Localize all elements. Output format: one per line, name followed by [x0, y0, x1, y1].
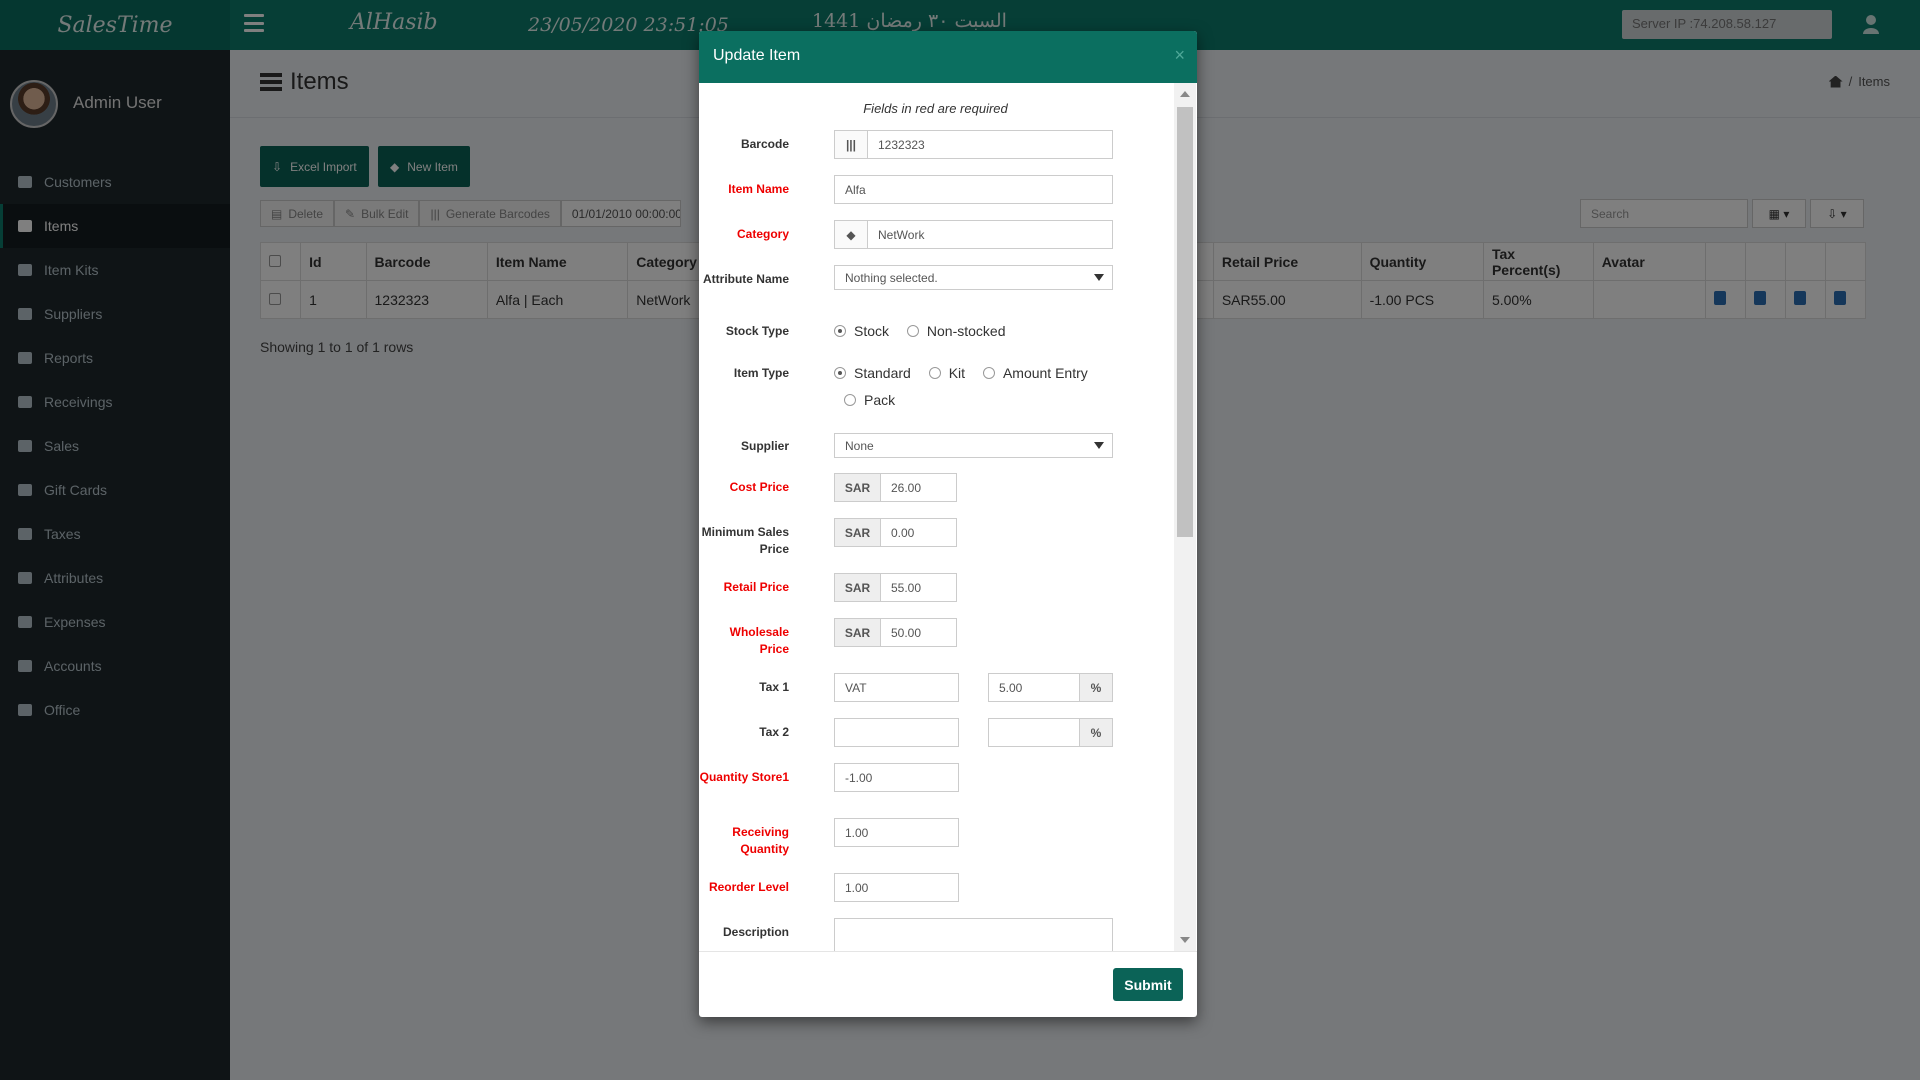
radio-label: Pack: [864, 392, 896, 408]
tax2-percent-input[interactable]: [988, 718, 1080, 747]
radio-label: Non-stocked: [926, 323, 1006, 339]
pack-radio[interactable]: Pack: [844, 392, 895, 408]
standard-radio[interactable]: Standard: [834, 365, 911, 381]
modal-footer: Submit: [699, 951, 1197, 1017]
supplier-select-value: None: [845, 438, 874, 453]
item-type-radios-2: Pack: [844, 392, 909, 409]
qty-store-input[interactable]: -1.00: [834, 763, 959, 792]
radio-label: Standard: [854, 365, 911, 381]
supplier-label: Supplier: [740, 439, 789, 453]
radio-icon: [834, 325, 846, 337]
close-icon[interactable]: ×: [1174, 45, 1185, 66]
category-input[interactable]: NetWork: [867, 220, 1113, 249]
currency-addon: SAR: [834, 618, 881, 647]
item-type-label: Item Type: [733, 366, 789, 380]
radio-icon: [834, 367, 846, 379]
radio-icon: [906, 325, 919, 337]
wholesale-input[interactable]: 50.00: [880, 618, 957, 647]
radio-icon: [928, 367, 941, 379]
retail-price-label: Retail Price: [723, 580, 789, 594]
description-textarea[interactable]: [834, 918, 1113, 951]
receiving-qty-label: Receiving Quantity: [732, 825, 789, 856]
stock-radio[interactable]: Stock: [834, 323, 889, 339]
tax1-name-input[interactable]: VAT: [834, 673, 959, 702]
tax1-percent-input[interactable]: 5.00: [988, 673, 1080, 702]
kit-radio[interactable]: Kit: [928, 365, 966, 381]
stock-type-radios: Stock Non-stocked: [834, 323, 1020, 340]
attribute-label: Attribute Name: [702, 272, 789, 286]
currency-addon: SAR: [834, 573, 881, 602]
scroll-down-arrow-icon[interactable]: [1180, 937, 1190, 943]
amount-entry-radio[interactable]: Amount Entry: [982, 365, 1088, 381]
submit-button[interactable]: Submit: [1113, 968, 1183, 1001]
scroll-up-arrow-icon[interactable]: [1180, 91, 1190, 97]
attribute-select-value: Nothing selected.: [845, 270, 938, 285]
modal-header: Update Item ×: [699, 31, 1197, 83]
modal-body: Fields in red are required Barcode ||| 1…: [699, 83, 1197, 951]
min-sales-input[interactable]: 0.00: [880, 518, 957, 547]
reorder-input[interactable]: 1.00: [834, 873, 959, 902]
item-name-input[interactable]: Alfa: [834, 175, 1113, 204]
reorder-label: Reorder Level: [708, 880, 789, 894]
item-name-label: Item Name: [728, 182, 789, 196]
item-type-radios: Standard Kit Amount Entry: [834, 365, 1124, 382]
barcode-icon: |||: [834, 130, 868, 159]
radio-icon: [982, 367, 995, 379]
supplier-select[interactable]: None: [834, 433, 1113, 458]
barcode-label: Barcode: [740, 137, 789, 151]
receiving-qty-input[interactable]: 1.00: [834, 818, 959, 847]
percent-addon: %: [1079, 673, 1113, 702]
min-sales-label: Minimum Sales Price: [701, 525, 789, 556]
tax2-label: Tax 2: [759, 725, 789, 739]
wholesale-label: Wholesale Price: [729, 625, 789, 656]
required-note: Fields in red are required: [863, 101, 1008, 116]
update-item-modal: Update Item × Fields in red are required…: [699, 31, 1197, 1017]
percent-addon: %: [1079, 718, 1113, 747]
chevron-down-icon: [1094, 274, 1104, 281]
cost-price-label: Cost Price: [729, 480, 789, 494]
radio-label: Kit: [948, 365, 966, 381]
radio-label: Stock: [854, 323, 890, 339]
chevron-down-icon: [1094, 442, 1104, 449]
modal-title: Update Item: [713, 47, 801, 64]
tag-icon: ◆: [834, 220, 868, 249]
tax2-name-input[interactable]: [834, 718, 959, 747]
currency-addon: SAR: [834, 518, 881, 547]
description-label: Description: [722, 925, 789, 939]
cost-price-input[interactable]: 26.00: [880, 473, 957, 502]
category-label: Category: [736, 227, 789, 241]
retail-price-input[interactable]: 55.00: [880, 573, 957, 602]
attribute-select[interactable]: Nothing selected.: [834, 265, 1113, 290]
radio-label: Amount Entry: [1002, 365, 1088, 381]
tax1-label: Tax 1: [759, 680, 789, 694]
modal-scrollbar[interactable]: [1174, 83, 1196, 951]
radio-icon: [844, 394, 856, 406]
non-stocked-radio[interactable]: Non-stocked: [906, 323, 1006, 339]
currency-addon: SAR: [834, 473, 881, 502]
barcode-input[interactable]: 1232323: [867, 130, 1113, 159]
scrollbar-thumb[interactable]: [1177, 107, 1193, 537]
qty-store-label: Quantity Store1: [699, 770, 789, 784]
stock-type-label: Stock Type: [725, 324, 789, 338]
